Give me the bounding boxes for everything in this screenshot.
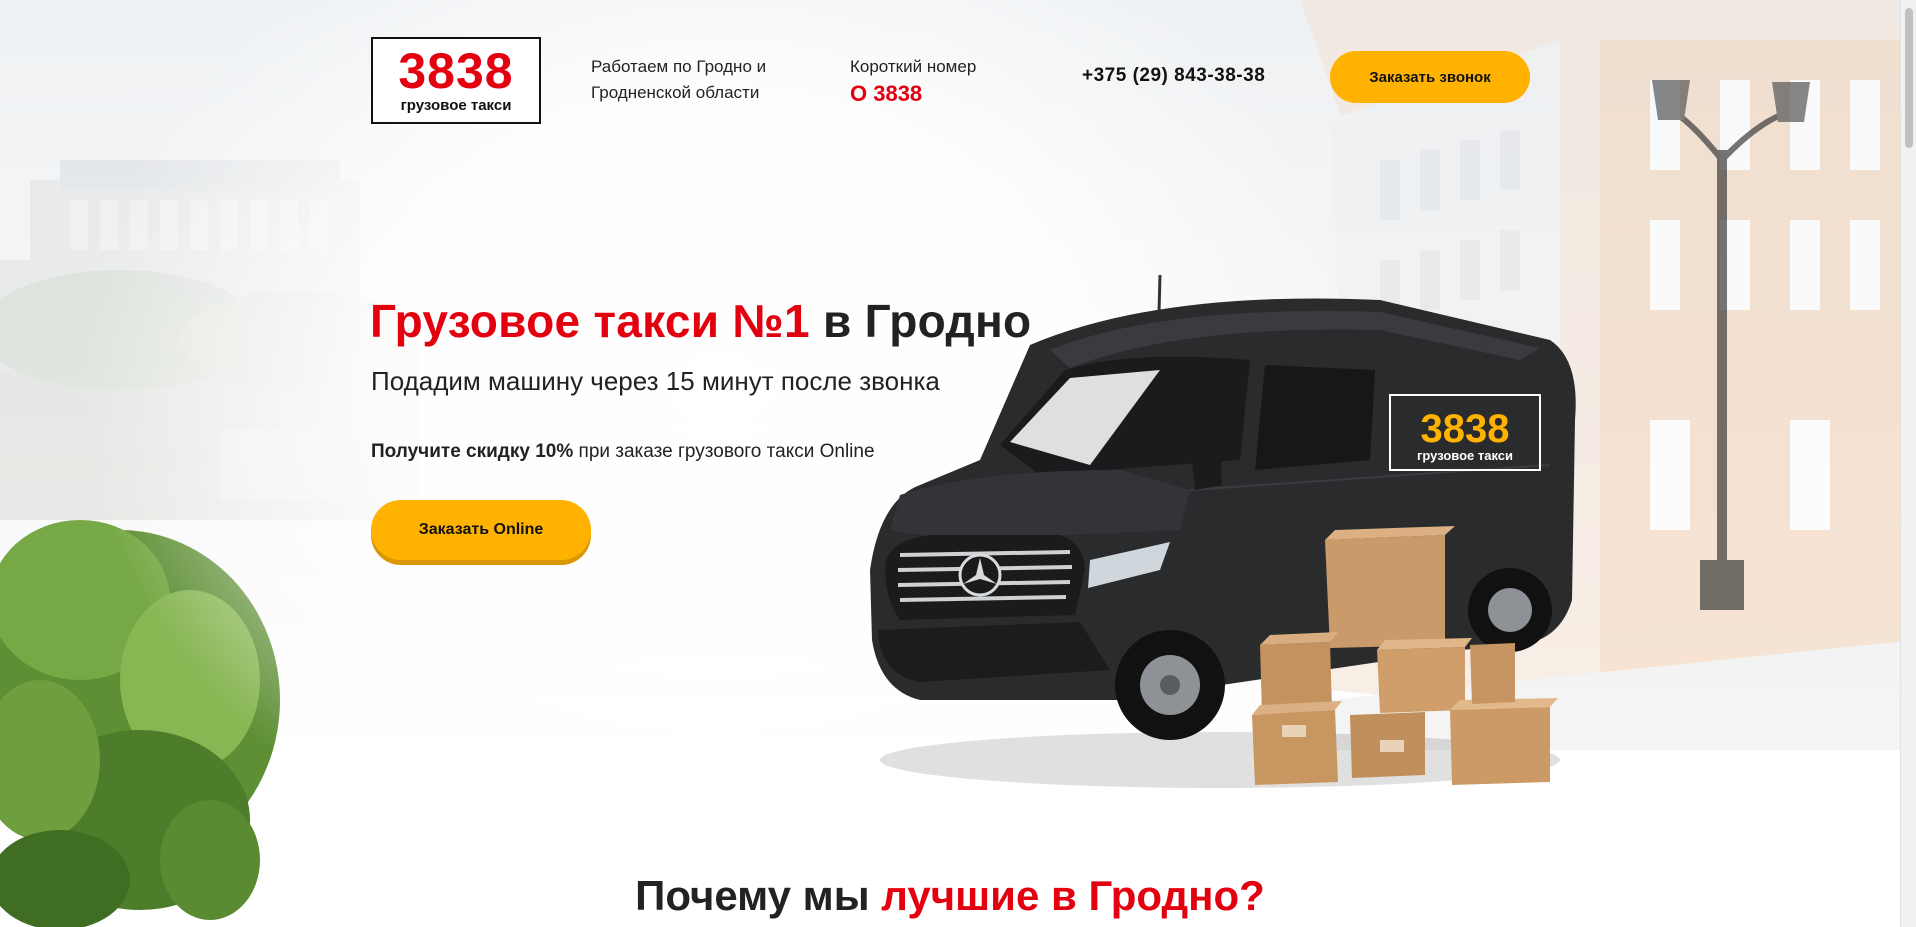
- van-image: 3838 грузовое такси: [870, 274, 1576, 788]
- van-logo-subtitle: грузовое такси: [1417, 448, 1513, 463]
- short-number-block: Короткий номер О 3838: [850, 54, 976, 108]
- hero-subtitle: Подадим машину через 15 минут после звон…: [371, 366, 940, 396]
- landing-page: 3838 грузовое такси Работаем по Гродно и…: [0, 0, 1916, 927]
- hero-promo-rest: при заказе грузового такси Online: [573, 441, 875, 462]
- service-region-line-2: Гродненской области: [591, 83, 760, 102]
- site-logo[interactable]: 3838 грузовое такси: [371, 37, 541, 124]
- section-why-title: Почему мы лучшие в Гродно?: [0, 872, 1900, 920]
- order-online-button[interactable]: Заказать Online: [371, 500, 591, 560]
- hero-title-accent: Грузовое такси №1: [370, 295, 810, 347]
- section-why-title-start: Почему мы: [635, 872, 882, 919]
- short-number-link[interactable]: О 3838: [850, 80, 976, 108]
- van-logo-number: 3838: [1421, 407, 1510, 451]
- service-region-line-1: Работаем по Гродно и: [591, 57, 767, 76]
- phone-number-link[interactable]: +375 (29) 843-38-38: [1082, 65, 1265, 87]
- logo-number: 3838: [398, 43, 514, 99]
- page-scrollbar[interactable]: [1900, 0, 1916, 927]
- short-number-label: Короткий номер: [850, 57, 977, 76]
- hero-promo-bold: Получите скидку 10%: [371, 441, 574, 462]
- section-why-title-accent: лучшие в Гродно?: [881, 872, 1265, 919]
- order-call-button[interactable]: Заказать звонок: [1330, 51, 1530, 103]
- logo-subtitle: грузовое такси: [400, 97, 512, 114]
- service-region: Работаем по Гродно и Гродненской области: [591, 54, 811, 106]
- hero-promo: Получите скидку 10% при заказе грузового…: [371, 441, 875, 463]
- scrollbar-thumb[interactable]: [1905, 8, 1913, 148]
